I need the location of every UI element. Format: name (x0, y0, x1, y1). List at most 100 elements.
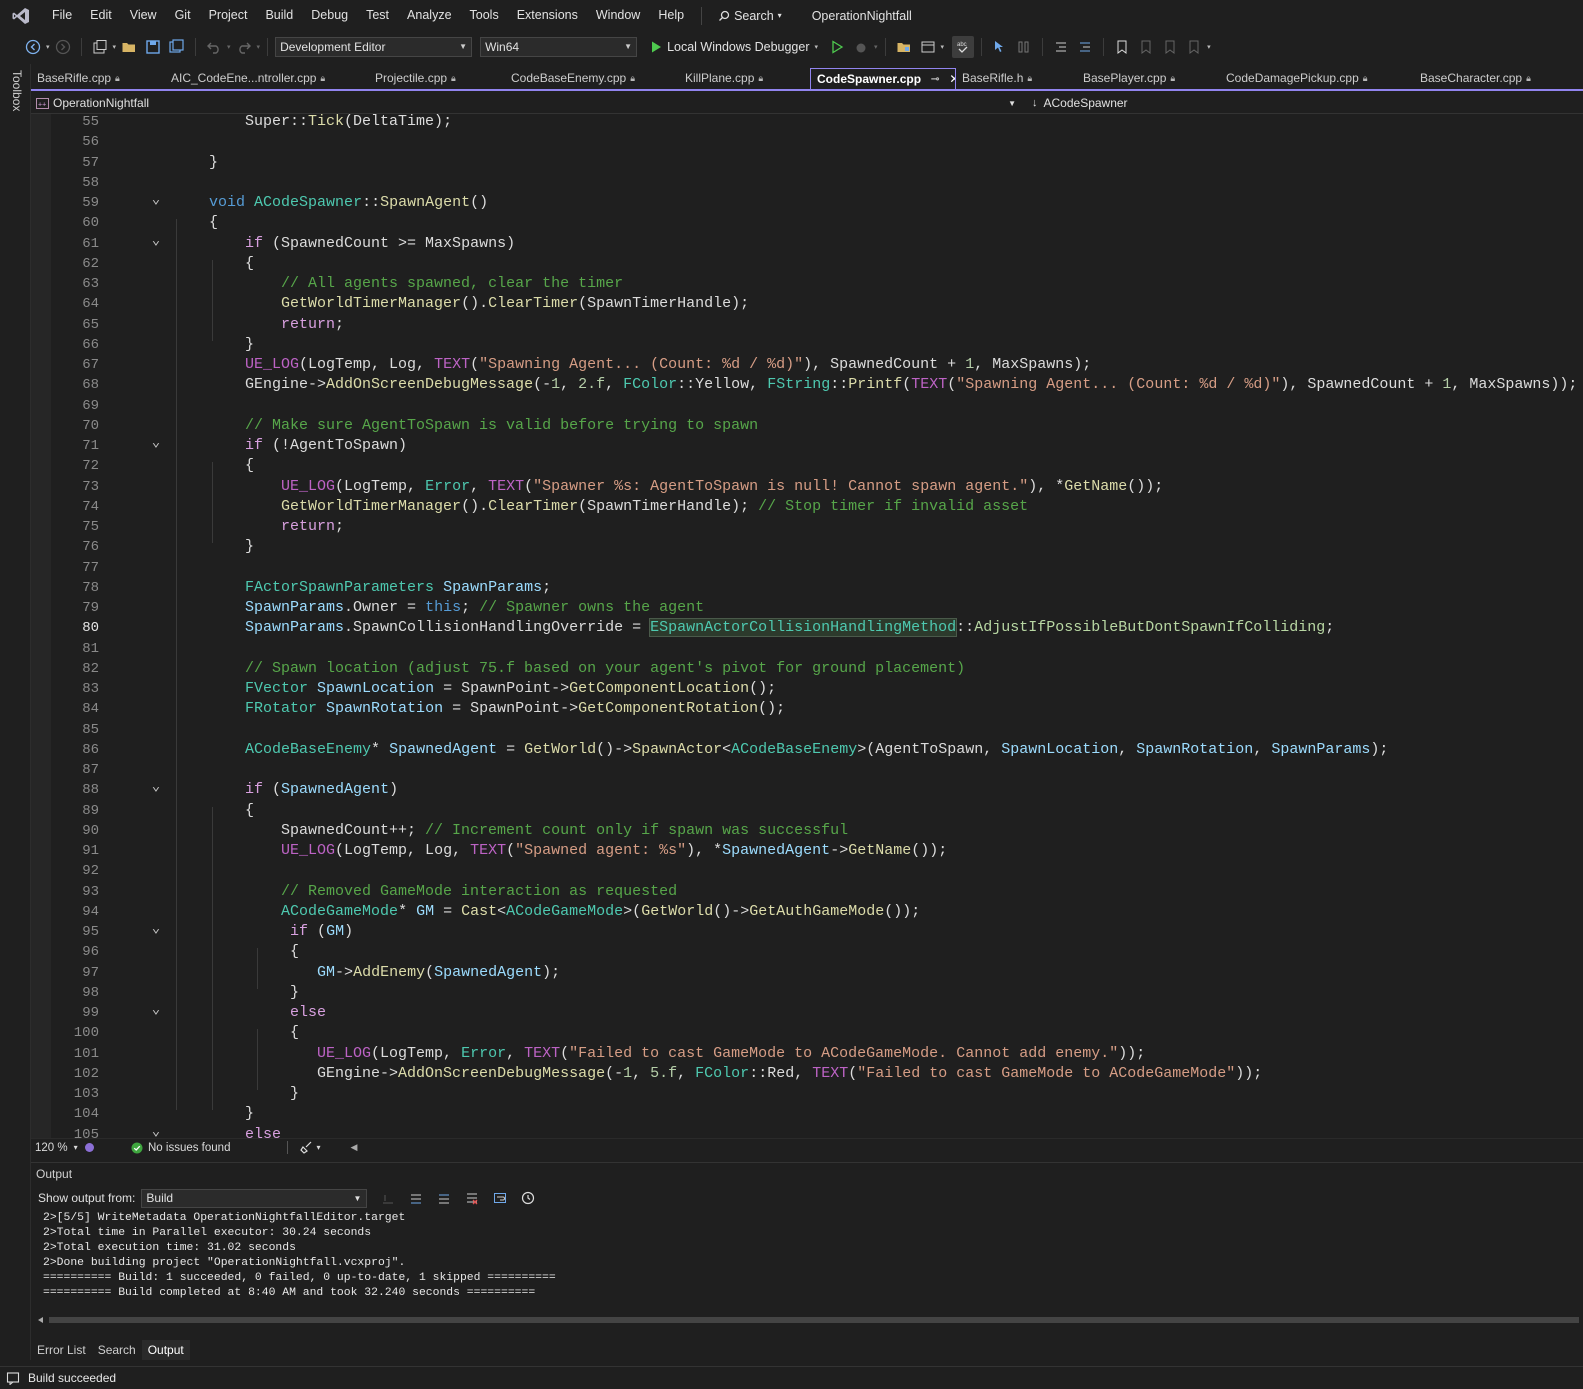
document-tab[interactable]: AIC_CodeEne...ntroller.cpp 🔒︎ (165, 68, 369, 89)
menu-item-analyze[interactable]: Analyze (398, 0, 460, 31)
uncomment-button[interactable] (1074, 36, 1096, 58)
tool-tab-search[interactable]: Search (92, 1340, 142, 1360)
line-number: 65 (82, 316, 99, 333)
fold-toggle-icon[interactable]: ⌄ (151, 777, 161, 797)
zoom-dropdown[interactable]: 120 % ▾ (31, 1142, 101, 1154)
navigate-forward-button[interactable] (52, 36, 74, 58)
code-line: 73 UE_LOG(LogTemp, Error, TEXT("Spawner … (31, 477, 1583, 497)
menu-item-tools[interactable]: Tools (461, 0, 508, 31)
previous-bookmark-button[interactable] (1135, 36, 1157, 58)
toggle-word-wrap-button[interactable] (489, 1187, 511, 1209)
output-horizontal-scrollbar[interactable] (35, 1315, 1579, 1325)
navigate-back-button[interactable] (22, 36, 44, 58)
menu-item-window[interactable]: Window (587, 0, 649, 31)
document-tab[interactable]: BaseCharacter.cpp 🔒︎ (1414, 68, 1564, 89)
fold-toggle-icon[interactable]: ⌄ (151, 190, 161, 210)
redo-button[interactable] (233, 36, 255, 58)
document-tab[interactable]: BasePlayer.cpp 🔒︎ (1077, 68, 1220, 89)
search-button[interactable]: Search ▾ (710, 9, 790, 23)
tool-tab-output[interactable]: Output (141, 1340, 190, 1360)
tool-tab-error-list[interactable]: Error List (31, 1340, 92, 1360)
document-tab[interactable]: BaseRifle.h 🔒︎ (956, 68, 1077, 89)
go-to-next-message-button[interactable] (433, 1187, 455, 1209)
indent-guide (176, 219, 177, 1111)
menu-item-help[interactable]: Help (649, 0, 693, 31)
code-line: 88 ⌄ if (SpawnedAgent) (31, 777, 1583, 800)
menu-item-view[interactable]: View (121, 0, 166, 31)
chevron-down-icon[interactable]: ▾ (257, 43, 261, 51)
chevron-down-icon[interactable]: ▾ (113, 43, 117, 51)
solution-configuration-select[interactable]: Development Editor ▼ (275, 36, 473, 57)
document-tab[interactable]: BaseRifle.cpp 🔒︎ (31, 68, 165, 89)
find-message-button[interactable] (377, 1187, 399, 1209)
code-line: 102 GEngine->AddOnScreenDebugMessage(-1,… (31, 1064, 1583, 1084)
menu-item-extensions[interactable]: Extensions (508, 0, 587, 31)
pin-icon[interactable]: ⊸ (931, 69, 939, 89)
document-tab[interactable]: CodeBaseEnemy.cpp 🔒︎ (505, 68, 679, 89)
open-file-button[interactable] (118, 36, 140, 58)
menu-item-file[interactable]: File (43, 0, 81, 31)
line-number: 95 (82, 924, 99, 940)
fold-toggle-icon[interactable]: ⌄ (151, 231, 161, 251)
toolbox-tab[interactable]: Toolbox (10, 70, 24, 111)
attach-button[interactable] (850, 36, 872, 58)
document-tab[interactable]: CodeSpawner.cpp ⊸ ✕ (810, 68, 956, 89)
cpp-project-icon: ++ (36, 97, 49, 109)
start-without-debugging-button[interactable] (826, 36, 848, 58)
code-text: { (173, 801, 255, 819)
member-dropdown[interactable]: ↓ ACodeSpawner (1016, 96, 1128, 110)
notification-icon[interactable] (6, 1371, 20, 1385)
go-to-previous-message-button[interactable] (405, 1187, 427, 1209)
new-project-button[interactable] (89, 36, 111, 58)
undo-button[interactable] (203, 36, 225, 58)
line-number: 67 (82, 357, 99, 373)
menu-item-edit[interactable]: Edit (81, 0, 121, 31)
fold-toggle-icon[interactable]: ⌄ (151, 1000, 161, 1020)
chevron-down-icon[interactable]: ▾ (227, 43, 231, 51)
menu-item-build[interactable]: Build (256, 0, 302, 31)
next-bookmark-button[interactable] (1159, 36, 1181, 58)
layout-button[interactable] (917, 36, 939, 58)
chevron-down-icon[interactable]: ▾ (1207, 43, 1211, 51)
document-tab[interactable]: CodeDamagePickup.cpp 🔒︎ (1220, 68, 1414, 89)
menu-item-debug[interactable]: Debug (302, 0, 357, 31)
close-icon[interactable]: ✕ (949, 69, 955, 89)
spell-check-button[interactable]: abc (952, 35, 975, 58)
search-icon (719, 10, 730, 21)
bookmark-button[interactable] (1111, 36, 1133, 58)
menu-item-git[interactable]: Git (166, 0, 200, 31)
start-debugging-button[interactable]: Local Windows Debugger ▾ (649, 40, 818, 54)
project-dropdown[interactable]: ++ OperationNightfall ▼ (31, 96, 1016, 110)
clear-all-button[interactable] (461, 1187, 483, 1209)
code-line: 98 } (31, 983, 1583, 1003)
scroll-left-icon[interactable]: ◀ (350, 1142, 357, 1153)
menu-item-project[interactable]: Project (200, 0, 257, 31)
solution-platform-select[interactable]: Win64 ▼ (480, 36, 638, 57)
comment-button[interactable] (1050, 36, 1072, 58)
code-text: ACodeGameMode* GM = Cast<ACodeGameMode>(… (281, 902, 921, 920)
fold-toggle-icon[interactable]: ⌄ (151, 919, 161, 939)
step-into-button[interactable] (989, 36, 1011, 58)
fold-toggle-icon[interactable]: ⌄ (151, 433, 161, 453)
chevron-down-icon[interactable]: ▾ (941, 43, 945, 51)
code-cleanup-button[interactable]: ▾ (300, 1141, 320, 1154)
chevron-down-icon: ▾ (316, 1143, 321, 1152)
save-all-button[interactable] (166, 36, 188, 58)
code-line: 84 FRotator SpawnRotation = SpawnPoint->… (31, 699, 1583, 719)
diagnostic-button[interactable] (1013, 36, 1035, 58)
document-tab[interactable]: Projectile.cpp 🔒︎ (369, 68, 505, 89)
clear-bookmarks-button[interactable] (1183, 36, 1205, 58)
code-editor[interactable]: 55 Super::Tick(DeltaTime); 56 57 } 58 59 ⌄ vo… (31, 114, 1583, 1138)
menu-item-test[interactable]: Test (357, 0, 398, 31)
fold-toggle-icon[interactable]: ⌄ (151, 1122, 161, 1139)
solution-explorer-button[interactable] (893, 36, 915, 58)
chevron-down-icon[interactable]: ▾ (874, 43, 878, 51)
output-text-area[interactable]: 2>[5/5] WriteMetadata OperationNightfall… (43, 1211, 556, 1301)
document-tab[interactable]: KillPlane.cpp 🔒︎ (679, 68, 810, 89)
code-line: 89 { (31, 801, 1583, 821)
save-button[interactable] (142, 36, 164, 58)
toggle-timestamp-button[interactable] (517, 1187, 539, 1209)
issues-indicator[interactable]: No issues found (131, 1142, 230, 1154)
chevron-down-icon[interactable]: ▾ (46, 43, 50, 51)
output-source-select[interactable]: Build ▼ (141, 1188, 368, 1208)
